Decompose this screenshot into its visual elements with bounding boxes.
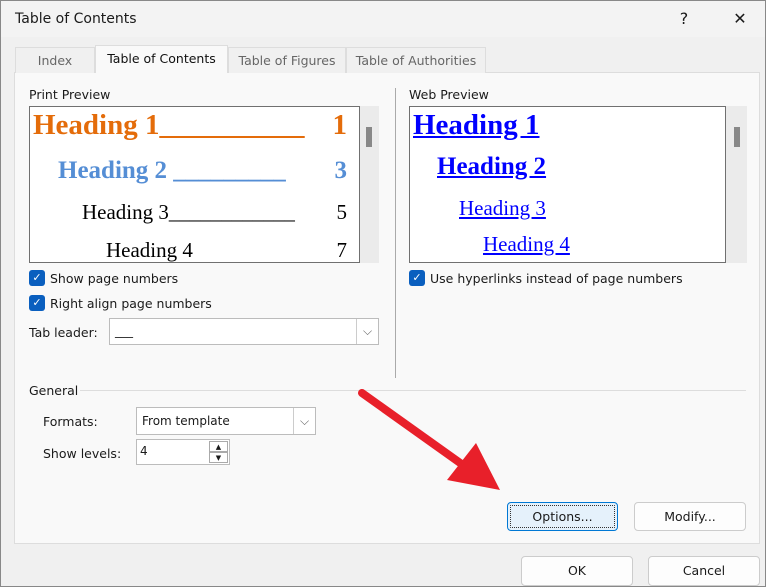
- red-arrow-annotation: [358, 389, 500, 490]
